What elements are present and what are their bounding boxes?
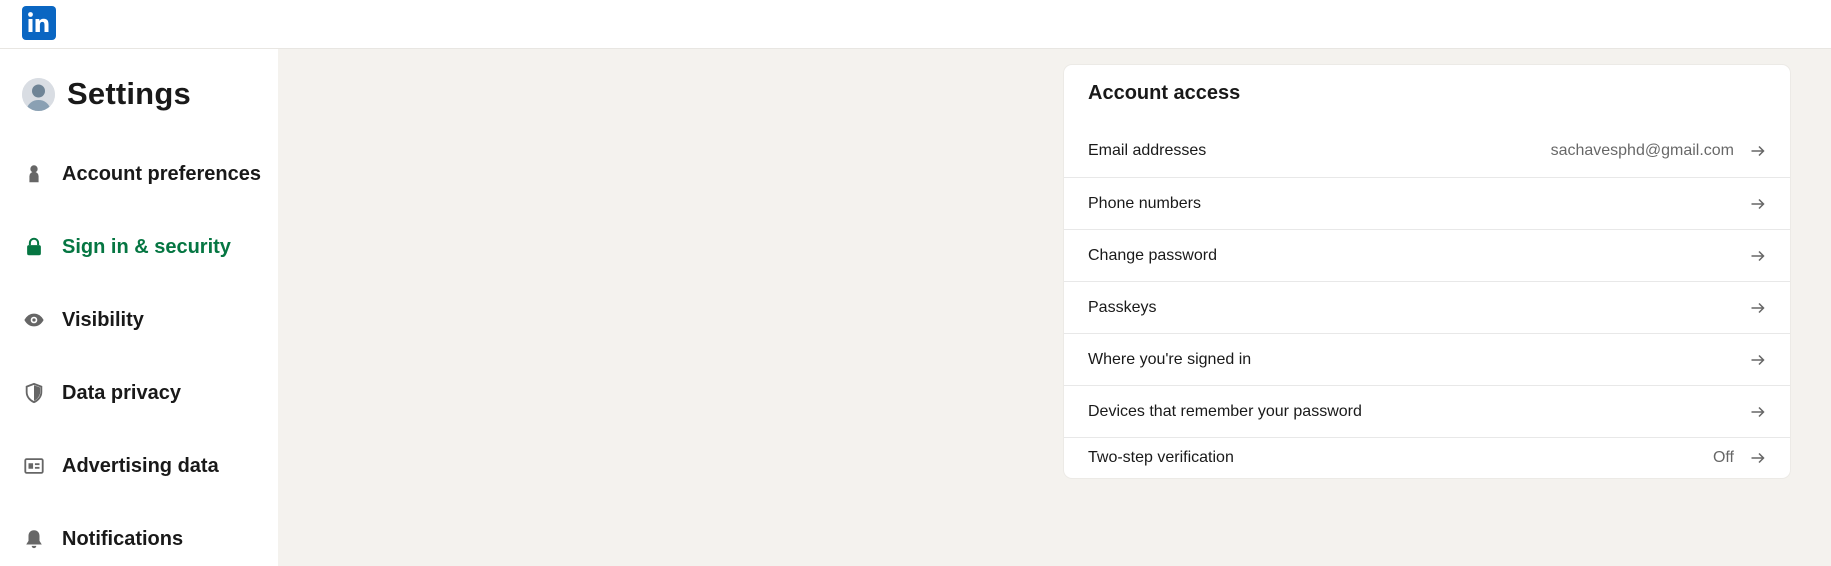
sidebar-item-label: Data privacy — [62, 381, 181, 404]
row-label: Passkeys — [1088, 298, 1157, 316]
sidebar-item-sign-in-security[interactable]: Sign in & security — [0, 227, 278, 267]
where-signed-in-row[interactable]: Where you're signed in — [1064, 333, 1790, 385]
row-value: sachavesphd@gmail.com — [1550, 142, 1734, 159]
sidebar-item-label: Account preferences — [62, 162, 261, 185]
row-label: Email addresses — [1088, 142, 1207, 159]
sidebar-item-advertising-data[interactable]: Advertising data — [0, 446, 278, 486]
arrow-right-icon — [1750, 404, 1766, 420]
sidebar-item-notifications[interactable]: Notifications — [0, 519, 278, 559]
row-label: Change password — [1088, 246, 1217, 264]
page-title: Settings — [67, 76, 191, 111]
sidebar-item-label: Advertising data — [62, 454, 219, 477]
row-label: Devices that remember your password — [1088, 402, 1362, 420]
person-icon — [22, 162, 46, 186]
phone-numbers-row[interactable]: Phone numbers — [1064, 177, 1790, 229]
lock-icon — [22, 235, 46, 259]
sidebar-item-label: Notifications — [62, 527, 184, 550]
two-step-status: Off — [1712, 449, 1734, 466]
arrow-right-icon — [1750, 352, 1766, 368]
two-step-verification-row[interactable]: Two-step verification Off — [1064, 437, 1790, 478]
arrow-right-icon — [1750, 196, 1766, 212]
avatar[interactable] — [22, 77, 55, 111]
passkeys-row[interactable]: Passkeys — [1064, 281, 1790, 333]
change-password-row[interactable]: Change password — [1064, 229, 1790, 281]
email-addresses-row[interactable]: Email addresses sachavesphd@gmail.com — [1064, 125, 1790, 177]
card-title: Account access — [1088, 82, 1241, 104]
arrow-right-icon — [1750, 450, 1766, 466]
arrow-right-icon — [1750, 143, 1766, 159]
arrow-right-icon — [1750, 248, 1766, 264]
eye-icon — [22, 308, 46, 332]
top-nav-bar — [0, 0, 1831, 49]
row-label: Where you're signed in — [1088, 350, 1252, 368]
sidebar-item-label: Sign in & security — [62, 235, 231, 258]
settings-sidebar: Settings Account preferences Sign in & s… — [0, 49, 278, 566]
ad-card-icon — [22, 454, 46, 478]
row-label: Phone numbers — [1088, 194, 1201, 212]
arrow-right-icon — [1750, 300, 1766, 316]
shield-icon — [22, 381, 46, 405]
linkedin-logo-icon[interactable] — [22, 6, 56, 40]
sidebar-item-label: Visibility — [62, 308, 144, 331]
devices-remember-password-row[interactable]: Devices that remember your password — [1064, 385, 1790, 437]
sidebar-item-visibility[interactable]: Visibility — [0, 300, 278, 340]
sidebar-item-data-privacy[interactable]: Data privacy — [0, 373, 278, 413]
sidebar-item-account-preferences[interactable]: Account preferences — [0, 154, 278, 194]
row-label: Two-step verification — [1088, 449, 1234, 466]
account-access-card: Account access Email addresses sachavesp… — [1064, 65, 1790, 478]
settings-header: Settings — [22, 76, 191, 111]
bell-icon — [22, 527, 46, 551]
